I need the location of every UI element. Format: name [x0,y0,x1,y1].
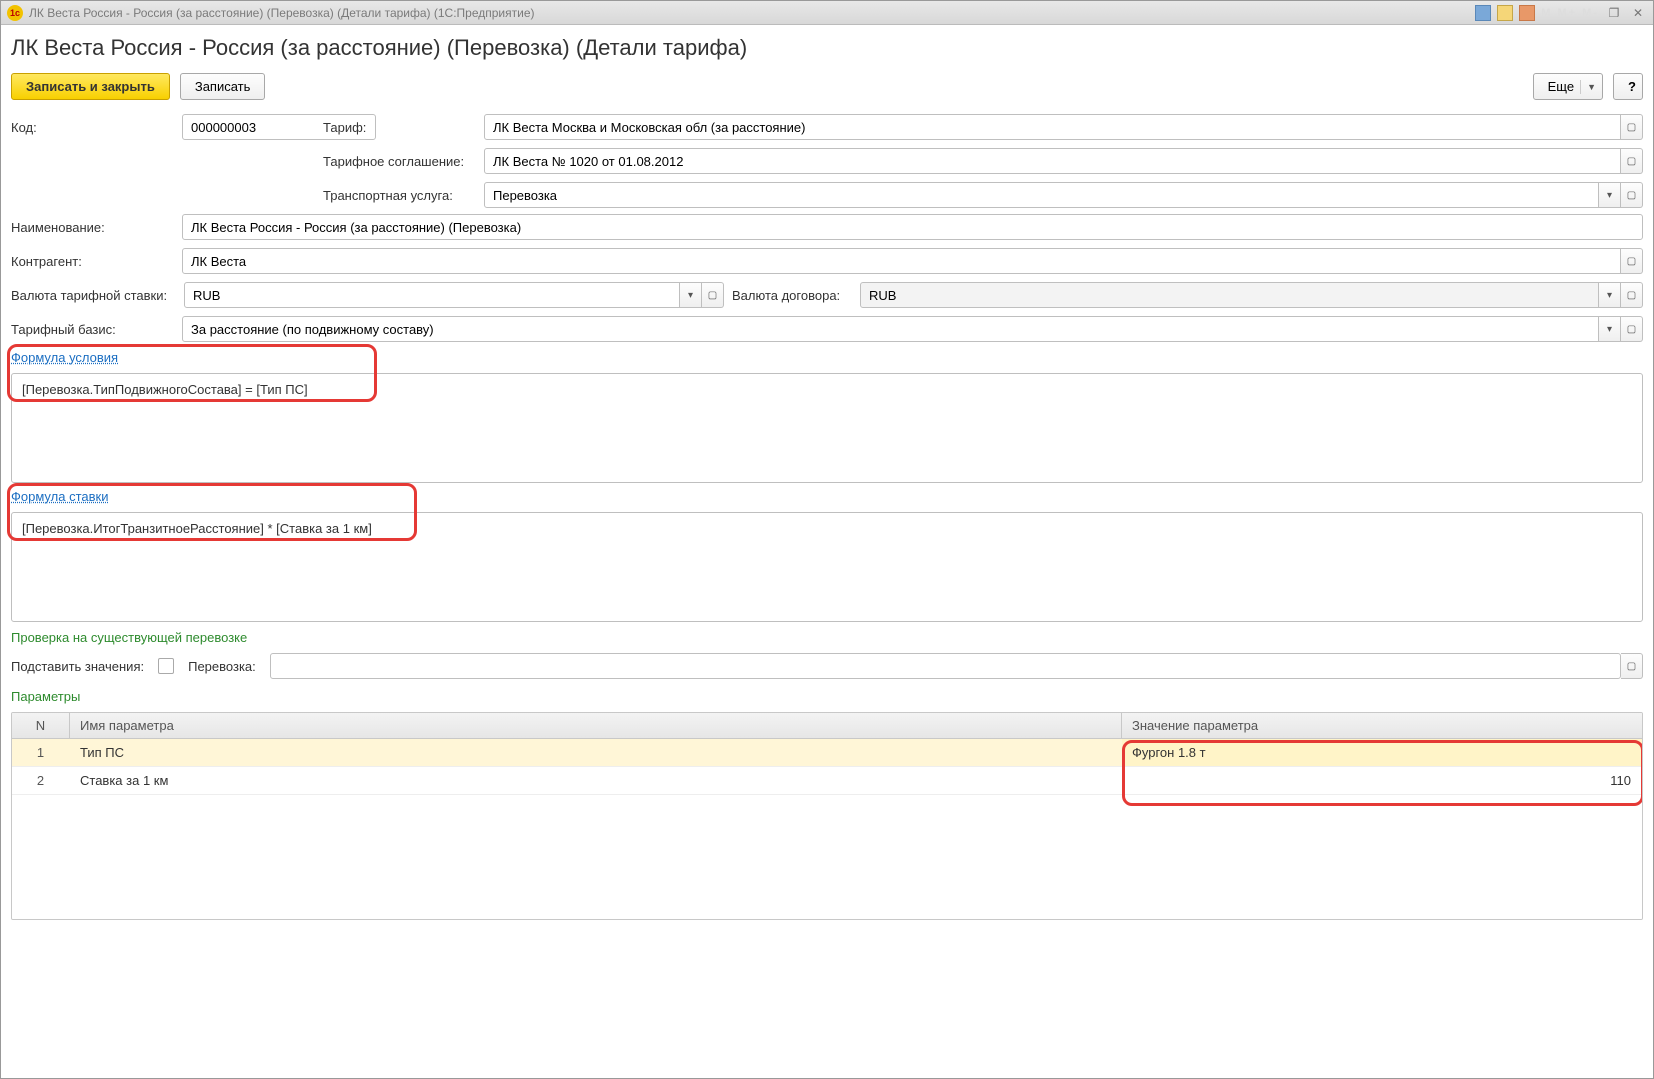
perevozka-input[interactable] [270,653,1621,679]
tariff-label: Тариф: [323,120,478,135]
toolbar: Записать и закрыть Записать Еще ▼ ? [11,73,1643,100]
params-table: N Имя параметра Значение параметра 1Тип … [11,712,1643,920]
open-icon[interactable]: ▢ [702,282,724,308]
tariff-input[interactable] [484,114,1621,140]
cell-value: 110 [1122,767,1642,794]
table-row[interactable]: 2Ставка за 1 км110 [12,767,1642,795]
formula-condition-box[interactable]: [Перевозка.ТипПодвижногоСостава] = [Тип … [11,373,1643,483]
open-icon[interactable]: ▢ [1621,182,1643,208]
service-label: Транспортная услуга: [323,188,478,203]
titlebar-icon-blue[interactable] [1475,5,1491,21]
basis-label: Тарифный базис: [11,322,176,337]
calculator-icon[interactable] [1497,5,1513,21]
open-icon[interactable]: ▢ [1621,248,1643,274]
agreement-label: Тарифное соглашение: [323,154,478,169]
chevron-down-icon[interactable]: ▾ [1599,316,1621,342]
page-title: ЛК Веста Россия - Россия (за расстояние)… [11,35,1643,61]
counterparty-label: Контрагент: [11,254,176,269]
save-button[interactable]: Записать [180,73,266,100]
contract-currency-input [860,282,1599,308]
cell-name: Ставка за 1 км [70,767,1122,794]
save-close-button[interactable]: Записать и закрыть [11,73,170,100]
open-icon[interactable]: ▢ [1621,148,1643,174]
table-row[interactable]: 1Тип ПСФургон 1.8 т [12,739,1642,767]
name-label: Наименование: [11,220,176,235]
counterparty-input[interactable] [182,248,1621,274]
open-icon[interactable]: ▢ [1621,114,1643,140]
cell-value: Фургон 1.8 т [1122,739,1642,766]
substitute-label: Подставить значения: [11,659,144,674]
app-icon: 1c [7,5,23,21]
calendar-icon[interactable] [1519,5,1535,21]
contract-currency-label: Валюта договора: [732,288,852,303]
cell-n: 2 [12,767,70,794]
more-label: Еще [1548,79,1574,94]
formula-condition-text: [Перевозка.ТипПодвижногоСостава] = [Тип … [22,382,308,397]
formula-rate-link[interactable]: Формула ставки [11,489,108,504]
help-button[interactable]: ? [1613,73,1643,100]
restore-icon[interactable]: ❐ [1605,5,1623,21]
formula-condition-link[interactable]: Формула условия [11,350,118,365]
chevron-down-icon[interactable]: ▾ [1599,282,1621,308]
perevozka-label: Перевозка: [188,659,256,674]
more-button[interactable]: Еще ▼ [1533,73,1603,100]
close-icon[interactable]: ✕ [1629,5,1647,21]
rate-currency-input[interactable] [184,282,680,308]
check-section-title: Проверка на существующей перевозке [11,630,1643,645]
agreement-input[interactable] [484,148,1621,174]
basis-input[interactable] [182,316,1599,342]
name-input[interactable] [182,214,1643,240]
formula-rate-text: [Перевозка.ИтогТранзитноеРасстояние] * [… [22,521,372,536]
open-icon[interactable]: ▢ [1621,653,1643,679]
cell-n: 1 [12,739,70,766]
open-icon[interactable]: ▢ [1621,282,1643,308]
window-title: ЛК Веста Россия - Россия (за расстояние)… [29,6,1475,20]
chevron-down-icon[interactable]: ▾ [680,282,702,308]
col-header-value[interactable]: Значение параметра [1122,713,1642,738]
rate-currency-label: Валюта тарифной ставки: [11,288,176,303]
params-title: Параметры [11,689,1643,704]
substitute-checkbox[interactable] [158,658,174,674]
col-header-n[interactable]: N [12,713,70,738]
open-icon[interactable]: ▢ [1621,316,1643,342]
titlebar: 1c ЛК Веста Россия - Россия (за расстоян… [1,1,1653,25]
chevron-down-icon[interactable]: ▾ [1599,182,1621,208]
formula-rate-box[interactable]: [Перевозка.ИтогТранзитноеРасстояние] * [… [11,512,1643,622]
service-input[interactable] [484,182,1599,208]
memory-indicator: M M+ M- [1541,7,1599,19]
code-label: Код: [11,120,176,135]
cell-name: Тип ПС [70,739,1122,766]
chevron-down-icon: ▼ [1580,80,1596,94]
col-header-name[interactable]: Имя параметра [70,713,1122,738]
